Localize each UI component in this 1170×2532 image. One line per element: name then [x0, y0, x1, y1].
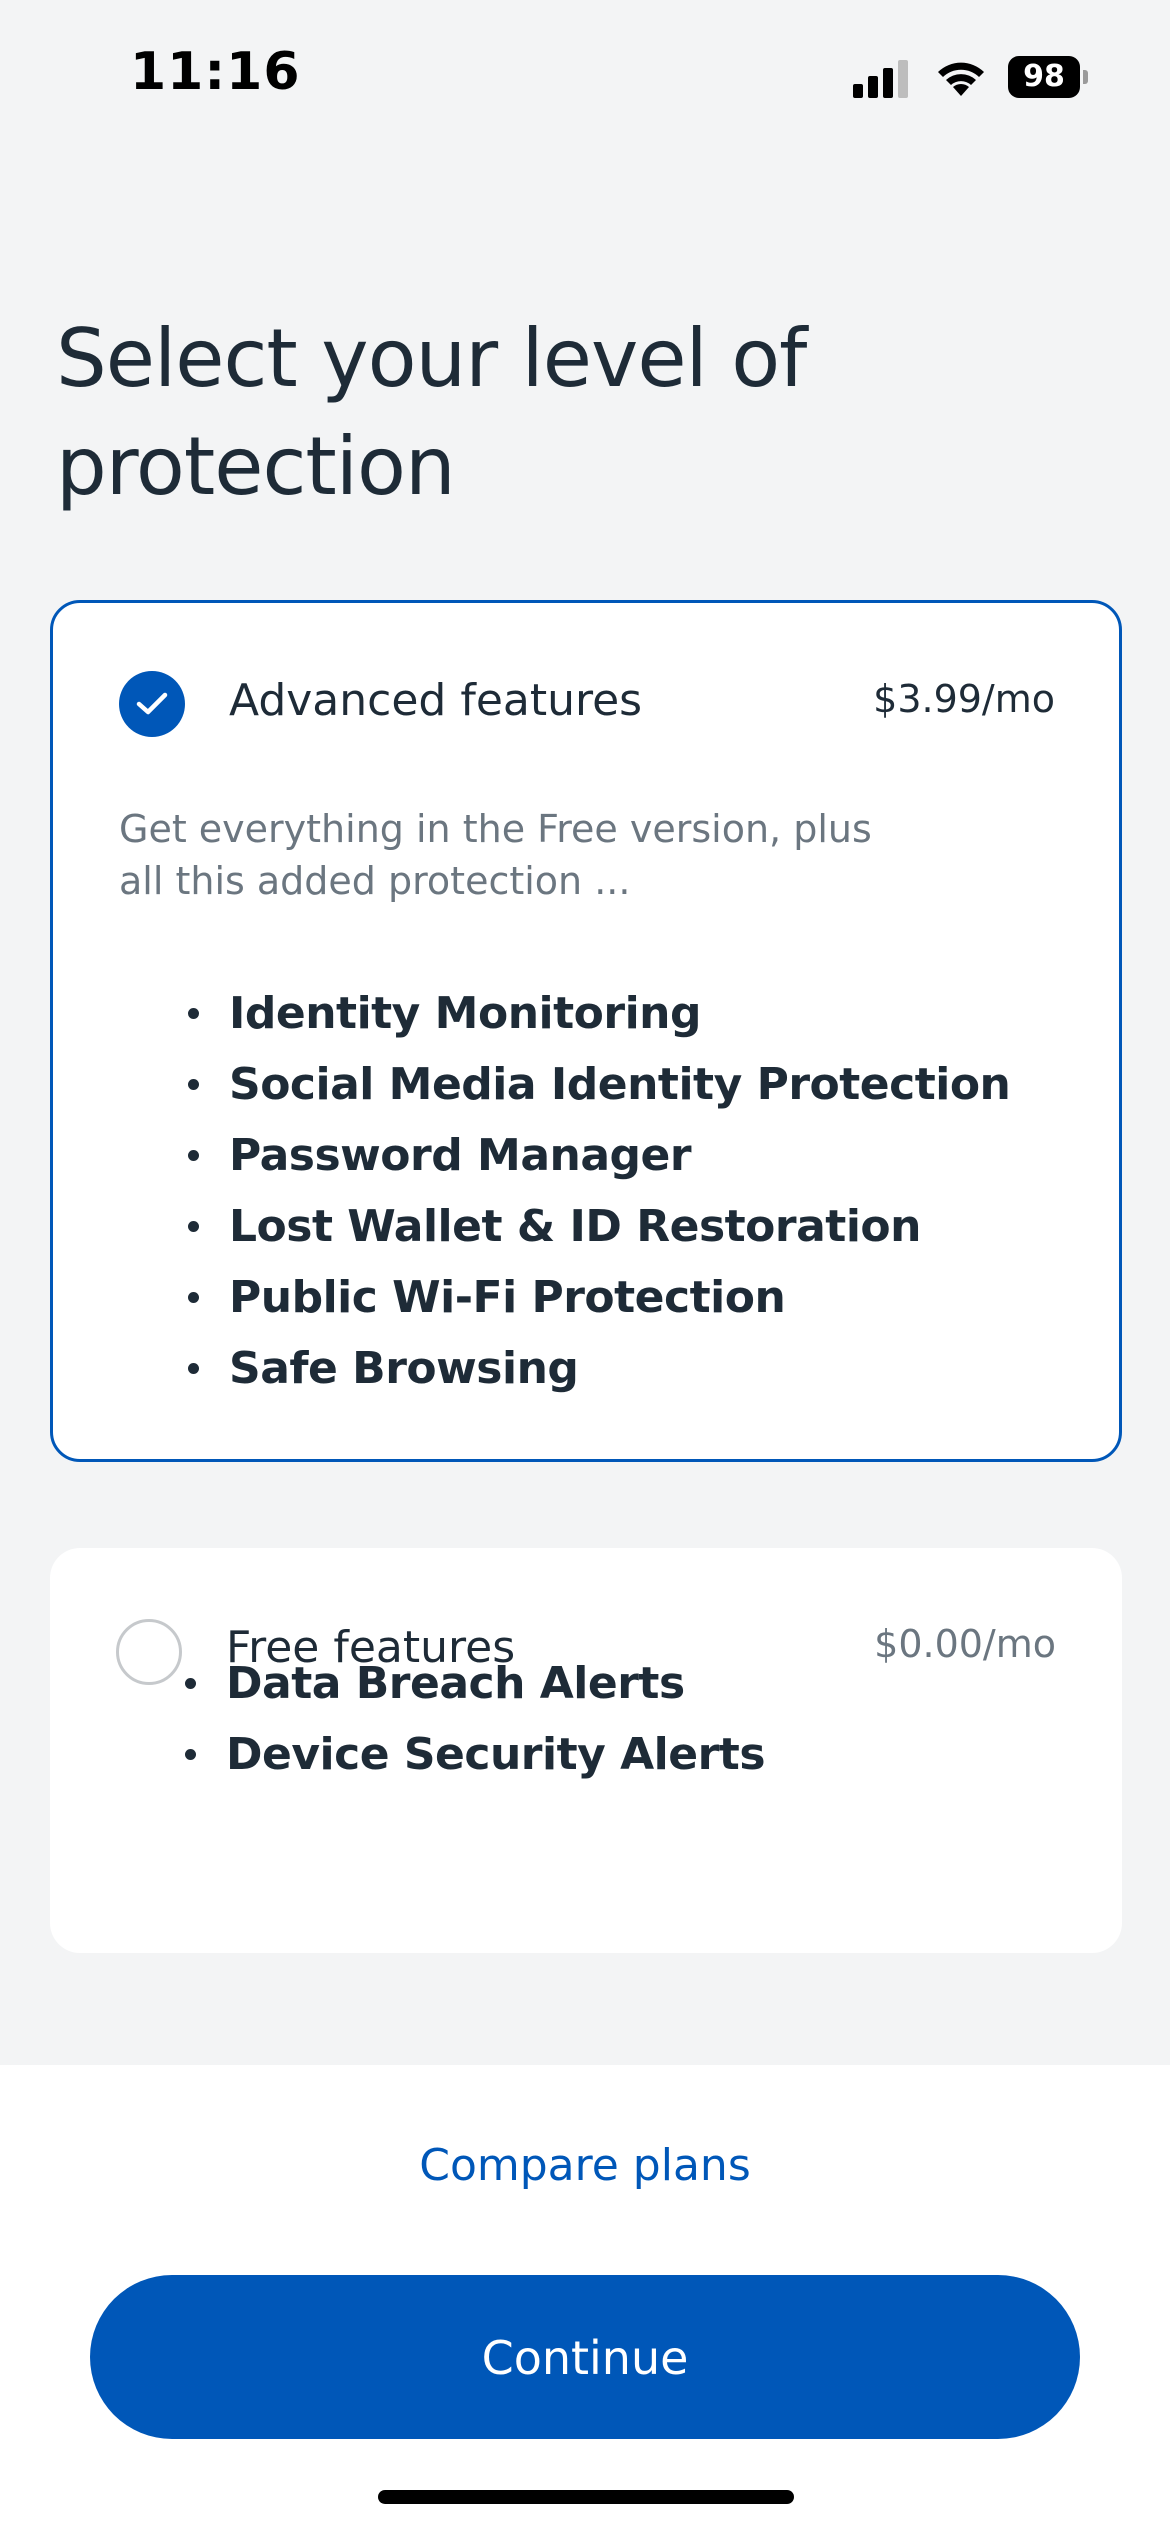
bullet-icon	[188, 1008, 199, 1019]
feature-label: Public Wi-Fi Protection	[229, 1272, 786, 1323]
battery-icon: 98	[1008, 56, 1088, 98]
plan-description: Get everything in the Free version, plus…	[119, 807, 872, 903]
feature-label: Device Security Alerts	[226, 1729, 766, 1780]
feature-item: Identity Monitoring	[133, 978, 1010, 1049]
feature-item: Password Manager	[133, 1120, 1010, 1191]
bullet-icon	[188, 1221, 199, 1232]
feature-label: Password Manager	[229, 1130, 692, 1181]
home-indicator[interactable]	[378, 2490, 794, 2504]
feature-list: Identity Monitoring Social Media Identit…	[133, 978, 1011, 1404]
page-title: Select your level of protection	[56, 312, 807, 513]
feature-item: Public Wi-Fi Protection	[133, 1262, 1010, 1333]
radio-checked-icon[interactable]	[119, 671, 185, 737]
feature-label: Data Breach Alerts	[226, 1658, 685, 1709]
plan-price: $3.99/mo	[873, 677, 1055, 721]
bullet-icon	[188, 1292, 199, 1303]
feature-item: Social Media Identity Protection	[133, 1049, 1011, 1120]
feature-item: Lost Wallet & ID Restoration	[133, 1191, 1010, 1262]
battery-tip	[1083, 70, 1088, 84]
signal-icon	[853, 58, 913, 98]
feature-list-free: Data Breach Alerts Device Security Alert…	[130, 1648, 766, 1790]
bullet-icon	[185, 1749, 196, 1760]
plan-card-advanced[interactable]: Advanced features $3.99/mo Get everythin…	[50, 600, 1122, 1462]
compare-plans-link[interactable]: Compare plans	[0, 2140, 1170, 2191]
status-time: 11:16	[130, 42, 301, 102]
feature-label: Lost Wallet & ID Restoration	[229, 1201, 921, 1252]
feature-label: Safe Browsing	[229, 1343, 579, 1394]
battery-level: 98	[1008, 56, 1080, 98]
plan-name: Advanced features	[229, 675, 643, 726]
feature-item: Device Security Alerts	[130, 1719, 766, 1790]
continue-button[interactable]: Continue	[90, 2275, 1080, 2439]
plan-price: $0.00/mo	[874, 1622, 1056, 1666]
status-bar: 11:16 98	[0, 0, 1170, 150]
feature-item: Safe Browsing	[133, 1333, 1010, 1404]
bullet-icon	[188, 1363, 199, 1374]
feature-label: Identity Monitoring	[229, 988, 701, 1039]
feature-label: Social Media Identity Protection	[229, 1059, 1011, 1110]
feature-item: Data Breach Alerts	[130, 1648, 765, 1719]
wifi-icon	[935, 54, 987, 98]
bullet-icon	[188, 1150, 199, 1161]
bullet-icon	[188, 1079, 199, 1090]
bullet-icon	[185, 1678, 196, 1689]
